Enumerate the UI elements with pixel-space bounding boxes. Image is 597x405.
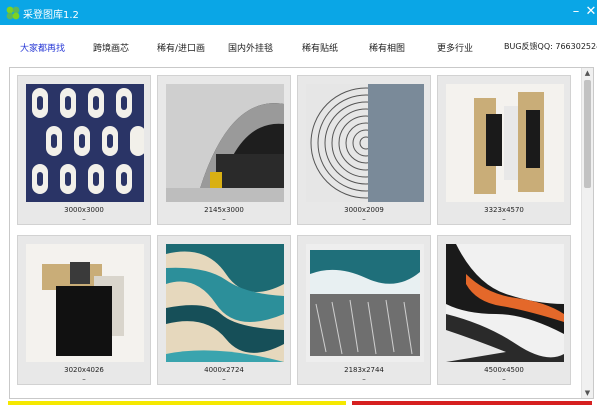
nav-tab-stickers[interactable]: 稀有贴纸: [302, 41, 338, 54]
gallery-item[interactable]: 3323x4570 –: [437, 75, 571, 225]
image-size: 3323x4570: [484, 206, 524, 214]
image-caption: –: [82, 375, 86, 383]
gallery-item[interactable]: 4500x4500 –: [437, 235, 571, 385]
bottom-bar-left: [8, 401, 346, 405]
gallery-item[interactable]: 3000x2009 –: [297, 75, 431, 225]
title-bar: 采登图库1.2 – ✕: [0, 0, 597, 25]
image-caption: –: [362, 375, 366, 383]
nav-tab-trending[interactable]: 大家都再找: [20, 41, 65, 54]
thumbnail: [26, 244, 144, 362]
thumbnail: [446, 84, 564, 202]
image-size: 2183x2744: [344, 366, 384, 374]
gallery-item[interactable]: 2183x2744 –: [297, 235, 431, 385]
close-button[interactable]: ✕: [582, 3, 597, 21]
image-size: 3020x4026: [64, 366, 104, 374]
image-size: 3000x2009: [344, 206, 384, 214]
nav-tab-cross-border[interactable]: 跨境画芯: [93, 41, 129, 54]
vertical-scrollbar[interactable]: ▲ ▼: [581, 68, 593, 398]
thumbnail: [306, 244, 424, 362]
image-size: 4000x2724: [204, 366, 244, 374]
image-caption: –: [362, 215, 366, 223]
thumbnail: [166, 244, 284, 362]
image-caption: –: [222, 215, 226, 223]
gallery-item[interactable]: 3000x3000 –: [17, 75, 151, 225]
image-caption: –: [82, 215, 86, 223]
scroll-up-arrow-icon[interactable]: ▲: [582, 68, 593, 78]
image-caption: –: [502, 215, 506, 223]
gallery-item[interactable]: 2145x3000 –: [157, 75, 291, 225]
image-caption: –: [222, 375, 226, 383]
thumbnail: [446, 244, 564, 362]
thumbnail: [26, 84, 144, 202]
gallery-item[interactable]: 4000x2724 –: [157, 235, 291, 385]
nav-tab-rare-imported[interactable]: 稀有/进口画: [157, 41, 205, 54]
nav-tab-frames[interactable]: 稀有相图: [369, 41, 405, 54]
thumbnail: [166, 84, 284, 202]
nav-tab-more[interactable]: 更多行业: [437, 41, 473, 54]
clover-app-icon: [6, 6, 20, 20]
window-title: 采登图库1.2: [23, 10, 79, 21]
image-size: 3000x3000: [64, 206, 104, 214]
nav-tab-tapestry[interactable]: 国内外挂毯: [228, 41, 273, 54]
image-size: 2145x3000: [204, 206, 244, 214]
category-nav: 大家都再找 跨境画芯 稀有/进口画 国内外挂毯 稀有贴纸 稀有相图 更多行业 B…: [0, 25, 597, 65]
image-caption: –: [502, 375, 506, 383]
bottom-bar-right: [352, 401, 592, 405]
gallery-item[interactable]: 3020x4026 –: [17, 235, 151, 385]
feedback-contact: BUG反馈QQ: 766302524: [504, 42, 597, 51]
scroll-down-arrow-icon[interactable]: ▼: [582, 388, 593, 398]
thumbnail: [306, 84, 424, 202]
image-size: 4500x4500: [484, 366, 524, 374]
gallery-panel: 3000x3000 – 2145x3000 – 3000x2009 – 3323…: [9, 67, 594, 399]
scroll-thumb[interactable]: [584, 80, 591, 188]
